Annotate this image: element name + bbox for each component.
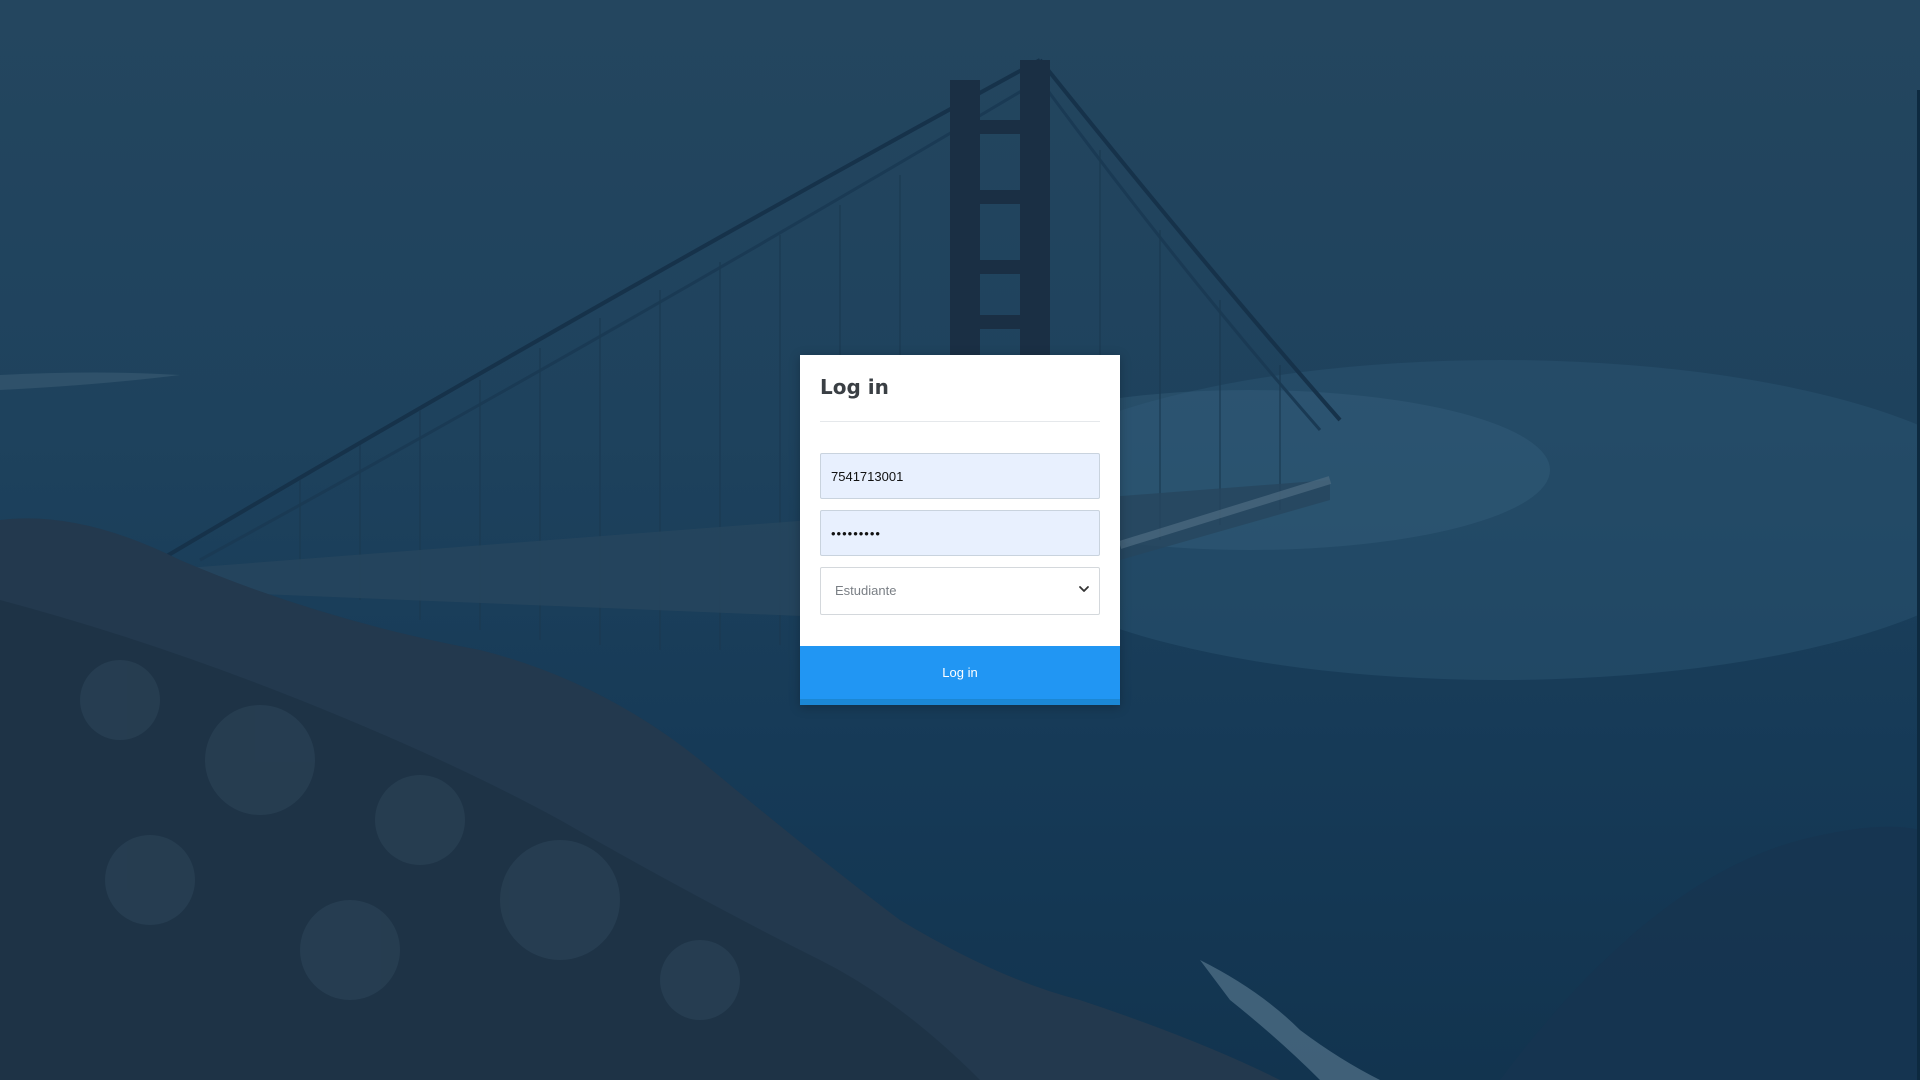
password-input[interactable]	[820, 510, 1100, 556]
username-input[interactable]	[820, 453, 1100, 499]
role-select[interactable]: Estudiante	[820, 567, 1100, 615]
login-button[interactable]: Log in	[800, 646, 1120, 705]
role-select-value: Estudiante	[835, 583, 897, 598]
login-card: Log in Estudiante Log in	[800, 355, 1120, 705]
chevron-down-icon	[1079, 586, 1089, 592]
login-title: Log in	[820, 375, 889, 399]
login-card-header: Log in	[820, 373, 1100, 422]
